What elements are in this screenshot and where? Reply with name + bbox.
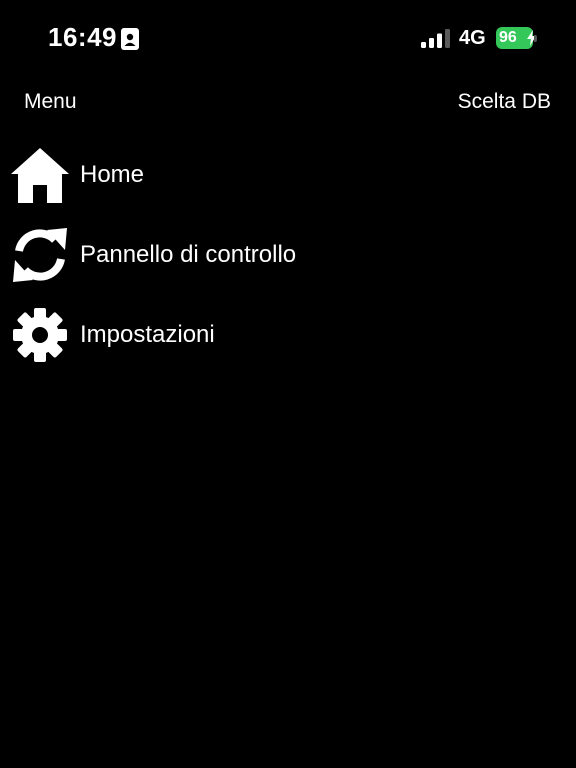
menu-item-pannello[interactable]: Pannello di controllo [0, 217, 576, 297]
menu-title: Menu [24, 90, 77, 113]
gear-icon [13, 308, 67, 362]
status-time: 16:49 [48, 22, 117, 52]
battery-icon: 96 [496, 27, 538, 49]
battery-level-label: 96 [499, 29, 517, 46]
menu-item-home[interactable]: Home [0, 137, 576, 217]
home-icon [11, 148, 69, 203]
refresh-icon [13, 228, 67, 282]
status-bar: 16:49 4G 96 [0, 0, 576, 78]
battery-tip [534, 35, 537, 42]
menu-item-label: Pannello di controllo [80, 241, 297, 268]
menu-item-label: Impostazioni [80, 321, 215, 348]
menu-item-impostazioni[interactable]: Impostazioni [0, 297, 576, 377]
header-bar: Menu Scelta DB [0, 88, 576, 118]
network-type-label: 4G [459, 27, 486, 49]
menu-item-label: Home [80, 161, 145, 188]
db-select-button[interactable]: Scelta DB [458, 90, 551, 114]
signal-bars-icon [421, 29, 450, 48]
menu-list: Home Pannello di controllo Impostazioni [0, 137, 576, 377]
contact-card-icon [121, 28, 139, 50]
